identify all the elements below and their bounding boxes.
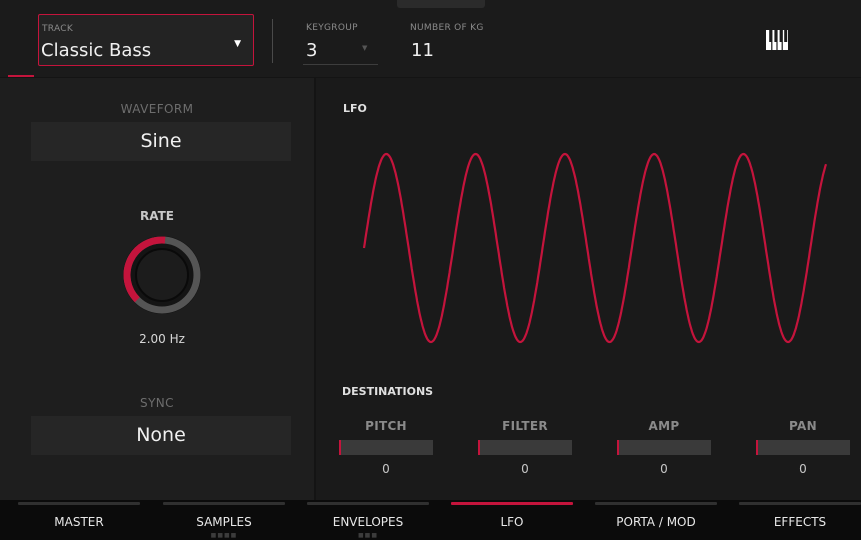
tab-samples[interactable]: SAMPLES ■■■■ (163, 500, 285, 540)
tab-indicator (739, 502, 861, 505)
tab-label: SAMPLES (196, 515, 252, 529)
tab-label: PORTA / MOD (616, 515, 696, 529)
sync-label: SYNC (140, 396, 174, 410)
tab-page-dots: ■■■■ (210, 532, 238, 539)
destination-slider[interactable] (478, 440, 572, 455)
tab-indicator (18, 502, 140, 505)
rate-value: 2.00 Hz (139, 332, 185, 346)
destination-value: 0 (660, 462, 668, 476)
lfo-settings-panel: WAVEFORM Sine RATE 2.00 Hz SYNC None (0, 78, 314, 500)
top-handle[interactable] (397, 0, 485, 8)
destination-value: 0 (799, 462, 807, 476)
lfo-title: LFO (343, 102, 367, 115)
destination-pitch[interactable]: PITCH 0 (339, 419, 433, 476)
lfo-waveform-line (362, 152, 828, 344)
waveform-label: WAVEFORM (120, 102, 194, 116)
destination-value: 0 (382, 462, 390, 476)
destination-amp[interactable]: AMP 0 (617, 419, 711, 476)
keygroup-value[interactable]: 3 (306, 40, 317, 61)
destination-label: PITCH (365, 419, 407, 433)
destination-pan[interactable]: PAN 0 (756, 419, 850, 476)
destination-label: FILTER (502, 419, 548, 433)
bottom-tab-bar: MASTER SAMPLES ■■■■ ENVELOPES ■■■ LFO PO… (0, 500, 861, 540)
tab-label: ENVELOPES (332, 515, 404, 529)
tab-master[interactable]: MASTER (18, 500, 140, 540)
header-accent-indicator (8, 75, 34, 77)
lfo-waveform-graph (362, 152, 828, 344)
keygroup-caret-icon: ▼ (362, 44, 368, 52)
track-value: Classic Bass (41, 40, 152, 61)
tab-envelopes[interactable]: ENVELOPES ■■■ (307, 500, 429, 540)
destination-label: AMP (648, 419, 680, 433)
rate-knob[interactable] (120, 233, 204, 317)
tab-label: EFFECTS (773, 515, 827, 529)
tab-label: MASTER (54, 515, 104, 529)
tab-indicator (595, 502, 717, 505)
keygroup-label: KEYGROUP (306, 23, 358, 33)
tab-effects[interactable]: EFFECTS (739, 500, 861, 540)
number-of-kg-value: 11 (411, 40, 434, 61)
tab-indicator (163, 502, 285, 505)
tab-page-dots: ■■■ (357, 532, 378, 539)
waveform-selector[interactable]: Sine (31, 122, 291, 161)
tab-label: LFO (500, 515, 524, 529)
track-label: TRACK (42, 24, 74, 34)
rate-label: RATE (140, 209, 174, 223)
lfo-display-panel: LFO DESTINATIONS PITCH 0 FILTER 0 AMP 0 … (316, 78, 861, 500)
destination-value: 0 (521, 462, 529, 476)
destination-filter[interactable]: FILTER 0 (478, 419, 572, 476)
header-bar: TRACK Classic Bass ▼ KEYGROUP 3 ▼ NUMBER… (0, 0, 861, 77)
piano-keys-icon[interactable] (766, 30, 788, 50)
destination-label: PAN (789, 419, 817, 433)
tab-porta-mod[interactable]: PORTA / MOD (595, 500, 717, 540)
tab-indicator (451, 502, 573, 505)
tab-indicator (307, 502, 429, 505)
tab-lfo[interactable]: LFO (451, 500, 573, 540)
number-of-kg-label: NUMBER OF KG (410, 23, 484, 33)
caret-down-icon: ▼ (234, 39, 241, 49)
destination-slider[interactable] (756, 440, 850, 455)
sync-selector[interactable]: None (31, 416, 291, 455)
header-divider (272, 19, 273, 63)
track-selector[interactable]: TRACK Classic Bass ▼ (38, 14, 254, 66)
destination-slider[interactable] (617, 440, 711, 455)
destinations-title: DESTINATIONS (342, 385, 434, 398)
keygroup-underline (303, 64, 378, 65)
destination-slider[interactable] (339, 440, 433, 455)
